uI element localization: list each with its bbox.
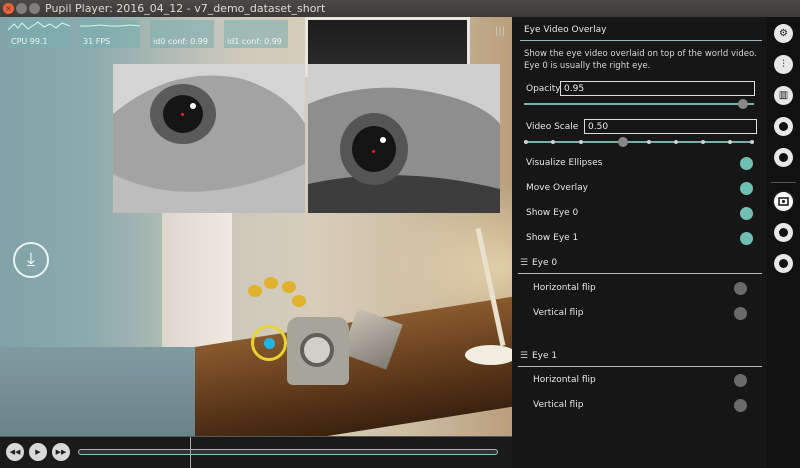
fps-graph: 31 FPS bbox=[80, 20, 140, 48]
play-button[interactable]: ▶ bbox=[29, 443, 47, 461]
eye1-confidence-graph: id1 conf: 0.99 bbox=[224, 20, 288, 48]
pupil-player-window: × Pupil Player: 2016_04_12 - v7_demo_dat… bbox=[0, 0, 800, 468]
video-scale-tick bbox=[579, 140, 583, 144]
opacity-input[interactable] bbox=[560, 81, 755, 96]
eye1-vertical-flip-label: Vertical flip bbox=[533, 400, 584, 410]
visualize-ellipses-label: Visualize Ellipses bbox=[526, 158, 603, 168]
bar-chart-icon[interactable]: ▥ bbox=[774, 86, 793, 105]
eye1-image bbox=[308, 64, 500, 213]
video-scale-label: Video Scale bbox=[526, 122, 579, 132]
move-overlay-toggle[interactable] bbox=[740, 182, 753, 195]
eye0-pupil-marker bbox=[181, 113, 184, 116]
download-icon[interactable]: ⤓ bbox=[13, 242, 49, 278]
fast-forward-button[interactable]: ▶▶ bbox=[52, 443, 70, 461]
panel-title[interactable]: Eye Video Overlay bbox=[524, 25, 606, 35]
eye1-horizontal-flip-toggle[interactable] bbox=[734, 374, 747, 387]
scene-floor bbox=[0, 347, 200, 436]
gaze-marker bbox=[251, 325, 287, 361]
scene-flower bbox=[282, 281, 296, 293]
opacity-label: Opacity bbox=[526, 84, 561, 94]
seek-bar[interactable] bbox=[78, 449, 498, 455]
video-scale-tick bbox=[524, 140, 528, 144]
eye1-menu-icon[interactable]: ☰ bbox=[520, 351, 528, 361]
cpu-label: CPU 99.1 bbox=[11, 37, 48, 46]
maximize-window-button[interactable] bbox=[29, 3, 40, 14]
move-overlay-label: Move Overlay bbox=[526, 183, 588, 193]
eye0-horizontal-flip-label: Horizontal flip bbox=[533, 283, 596, 293]
eye0-vertical-flip-label: Vertical flip bbox=[533, 308, 584, 318]
eye1-overlay[interactable] bbox=[308, 64, 500, 213]
title-bar: × Pupil Player: 2016_04_12 - v7_demo_dat… bbox=[0, 0, 800, 17]
eye1-horizontal-flip-label: Horizontal flip bbox=[533, 375, 596, 385]
timeline-bar: ◀◀ ▶ ▶▶ bbox=[0, 436, 512, 468]
video-scale-slider[interactable] bbox=[524, 137, 754, 147]
close-window-button[interactable]: × bbox=[3, 3, 14, 14]
eye-video-overlay-panel: Eye Video Overlay Show the eye video ove… bbox=[512, 17, 767, 468]
minimize-window-button[interactable] bbox=[16, 3, 27, 14]
scene-flower bbox=[264, 277, 278, 289]
video-scale-slider-knob[interactable] bbox=[618, 137, 628, 147]
video-scale-tick bbox=[750, 140, 754, 144]
eye0-divider bbox=[518, 273, 762, 274]
eye1-confidence-label: id1 conf: 0.99 bbox=[227, 37, 282, 46]
icon-bar-divider bbox=[771, 182, 796, 183]
scene-lamp-base bbox=[465, 345, 512, 365]
panel-description: Show the eye video overlaid on top of th… bbox=[524, 49, 757, 71]
eye0-overlay[interactable] bbox=[113, 64, 305, 213]
cpu-graph: CPU 99.1 bbox=[8, 20, 70, 48]
fps-sparkline bbox=[80, 24, 140, 27]
scene-phone-dial bbox=[300, 333, 334, 367]
video-scale-tick bbox=[728, 140, 732, 144]
eye1-pupil-marker bbox=[372, 150, 375, 153]
eye0-vertical-flip-toggle[interactable] bbox=[734, 307, 747, 320]
cpu-sparkline bbox=[8, 21, 70, 31]
eye1-divider bbox=[518, 366, 762, 367]
scene-flowers bbox=[248, 277, 308, 312]
eye0-confidence-label: id0 conf: 0.99 bbox=[153, 37, 208, 46]
eye1-vertical-flip-toggle[interactable] bbox=[734, 399, 747, 412]
video-scale-tick bbox=[647, 140, 651, 144]
video-scale-tick bbox=[701, 140, 705, 144]
fps-label: 31 FPS bbox=[83, 37, 111, 46]
eye-icon[interactable] bbox=[774, 117, 793, 136]
circle-plugin-icon[interactable] bbox=[774, 223, 793, 242]
circle-plugin-icon-2[interactable] bbox=[774, 254, 793, 273]
plugin-icon-bar: ⚙ ⫶ ▥ bbox=[767, 17, 800, 468]
world-video[interactable]: CPU 99.1 31 FPS id0 conf: 0.99 id1 conf:… bbox=[0, 17, 512, 436]
rewind-button[interactable]: ◀◀ bbox=[6, 443, 24, 461]
panel-grip-icon[interactable]: ||| bbox=[495, 26, 505, 37]
video-scale-tick bbox=[551, 140, 555, 144]
eye0-section-title[interactable]: Eye 0 bbox=[532, 258, 557, 268]
eye1-section-title[interactable]: Eye 1 bbox=[532, 351, 557, 361]
visualize-ellipses-toggle[interactable] bbox=[740, 157, 753, 170]
window-title: Pupil Player: 2016_04_12 - v7_demo_datas… bbox=[45, 2, 326, 15]
scene-flower bbox=[248, 285, 262, 297]
video-scale-tick bbox=[674, 140, 678, 144]
video-scale-input[interactable] bbox=[584, 119, 757, 134]
show-eye0-toggle[interactable] bbox=[740, 207, 753, 220]
eye0-image bbox=[113, 64, 305, 213]
show-eye1-toggle[interactable] bbox=[740, 232, 753, 245]
eye0-menu-icon[interactable]: ☰ bbox=[520, 258, 528, 268]
gear-icon[interactable]: ⚙ bbox=[774, 24, 793, 43]
opacity-slider-knob[interactable] bbox=[737, 99, 748, 109]
plugin-manager-icon[interactable]: ⫶ bbox=[774, 55, 793, 74]
gaze-point bbox=[264, 338, 275, 349]
playhead[interactable] bbox=[190, 437, 191, 468]
scene-phone bbox=[287, 317, 349, 385]
eye0-confidence-graph: id0 conf: 0.99 bbox=[150, 20, 214, 48]
eye-overlay-icon[interactable] bbox=[774, 192, 793, 211]
scene-flower bbox=[292, 295, 306, 307]
eye0-horizontal-flip-toggle[interactable] bbox=[734, 282, 747, 295]
target-icon[interactable] bbox=[774, 148, 793, 167]
opacity-slider[interactable] bbox=[524, 99, 754, 109]
panel-title-divider bbox=[520, 40, 762, 41]
show-eye0-label: Show Eye 0 bbox=[526, 208, 579, 218]
show-eye1-label: Show Eye 1 bbox=[526, 233, 579, 243]
eye-overlay-glyph bbox=[778, 197, 789, 206]
